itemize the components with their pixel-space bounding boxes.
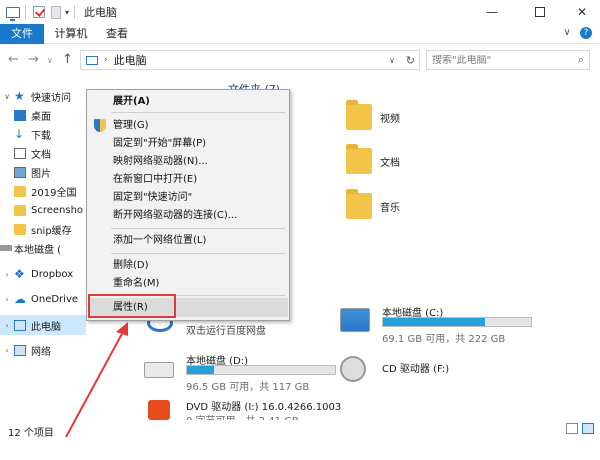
annotation-arrow — [65, 322, 128, 438]
status-bar: 12 个项目 — [0, 420, 600, 440]
item-count: 12 个项目 — [8, 428, 54, 439]
large-icons-view-icon[interactable] — [582, 423, 594, 434]
details-view-icon[interactable] — [566, 423, 578, 434]
view-switcher — [566, 423, 594, 434]
